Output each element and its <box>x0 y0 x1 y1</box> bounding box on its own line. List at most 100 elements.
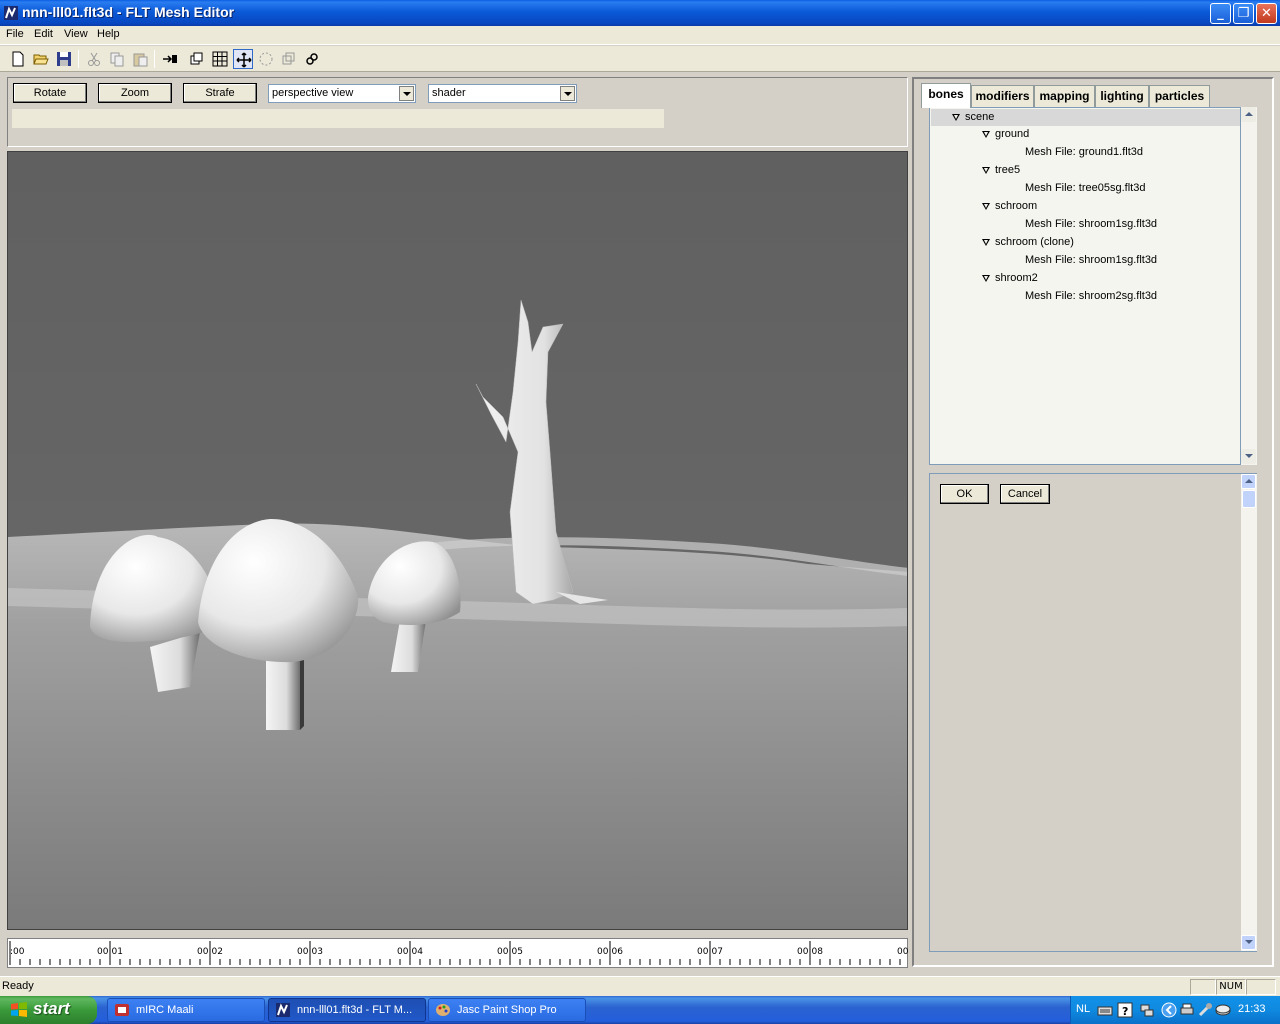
view-mode-select[interactable]: perspective view <box>268 84 416 103</box>
tree-item-mesh-file[interactable]: Mesh File: shroom1sg.flt3d <box>931 217 1240 234</box>
taskbar-item-label: mIRC Maali <box>136 1004 194 1016</box>
minimize-button[interactable]: _ <box>1210 3 1231 24</box>
tab-particles[interactable]: particles <box>1149 85 1210 107</box>
properties-panel: OK Cancel <box>929 473 1257 952</box>
frames-icon <box>190 52 203 65</box>
render-mode-select[interactable]: shader <box>428 84 577 103</box>
system-tray: NL ? 21:33 <box>1070 996 1280 1024</box>
copy-icon <box>110 52 124 67</box>
zoom-button[interactable]: Zoom <box>98 83 172 103</box>
tree-item-label: tree5 <box>995 164 1021 176</box>
menu-file[interactable]: File <box>6 28 24 40</box>
tree-item-mesh-file[interactable]: Mesh File: shroom1sg.flt3d <box>931 253 1240 270</box>
disk-icon[interactable] <box>1215 1002 1231 1018</box>
bones-tree[interactable]: scene ground Mesh File: ground1.flt3d tr… <box>929 107 1241 465</box>
toolbar <box>0 46 1280 72</box>
tree-item-mesh-file[interactable]: Mesh File: ground1.flt3d <box>931 145 1240 162</box>
copy-button[interactable] <box>107 49 127 69</box>
select-button[interactable] <box>256 49 276 69</box>
tree-item-tree5[interactable]: tree5 <box>931 163 1240 180</box>
timeline-label: 00:06 <box>597 947 623 957</box>
link-button[interactable] <box>302 49 322 69</box>
scroll-thumb[interactable] <box>1242 490 1256 508</box>
tab-bones[interactable]: bones <box>921 83 971 108</box>
properties-scrollbar[interactable] <box>1241 474 1257 951</box>
keyboard-icon[interactable] <box>1097 1002 1113 1018</box>
tree-item-mesh-file[interactable]: Mesh File: shroom2sg.flt3d <box>931 289 1240 306</box>
expand-triangle-icon[interactable] <box>952 114 960 121</box>
tree-item-mesh-file[interactable]: Mesh File: tree05sg.flt3d <box>931 181 1240 198</box>
cancel-button[interactable]: Cancel <box>1000 484 1050 504</box>
expand-triangle-icon[interactable] <box>982 275 990 282</box>
scroll-up-icon[interactable] <box>1241 107 1256 122</box>
save-icon <box>57 52 71 66</box>
windows-logo-icon <box>11 1002 27 1017</box>
close-button[interactable]: ✕ <box>1256 3 1277 24</box>
tree-item-schroom-clone[interactable]: schroom (clone) <box>931 235 1240 252</box>
timeline[interactable]: :00 00:01 00:02 00:03 00:04 00:05 00:06 … <box>7 938 908 968</box>
tree-item-shroom2[interactable]: shroom2 <box>931 271 1240 288</box>
expand-triangle-icon[interactable] <box>982 131 990 138</box>
network-icon[interactable] <box>1139 1002 1155 1018</box>
taskbar-item-paint-shop-pro[interactable]: Jasc Paint Shop Pro <box>428 998 586 1022</box>
close-icon: ✕ <box>1261 6 1272 21</box>
tab-modifiers[interactable]: modifiers <box>971 85 1034 107</box>
taskbar-item-flt-mesh-editor[interactable]: nnn-lll01.flt3d - FLT M... <box>268 998 426 1022</box>
printer-icon[interactable] <box>1179 1002 1195 1018</box>
help-icon[interactable]: ? <box>1117 1002 1133 1018</box>
menu-edit[interactable]: Edit <box>34 28 53 40</box>
frames-button[interactable] <box>187 49 207 69</box>
ok-button[interactable]: OK <box>940 484 989 504</box>
tree-item-label: Mesh File: ground1.flt3d <box>1025 146 1144 158</box>
start-button[interactable]: start <box>0 996 97 1024</box>
timeline-ticks <box>9 941 901 965</box>
move-button[interactable] <box>233 49 253 69</box>
tree-item-label: scene <box>965 111 995 123</box>
minimize-icon: _ <box>1217 6 1224 21</box>
scene-render <box>8 152 907 929</box>
clone-icon <box>282 52 295 65</box>
cut-icon <box>88 52 100 66</box>
expand-tray-icon[interactable] <box>1161 1002 1177 1018</box>
tree-item-ground[interactable]: ground <box>931 127 1240 144</box>
taskbar-item-label: nnn-lll01.flt3d - FLT M... <box>297 1004 413 1016</box>
clone-button[interactable] <box>279 49 299 69</box>
scroll-down-icon[interactable] <box>1241 935 1256 950</box>
insert-icon <box>163 55 177 63</box>
scroll-down-icon[interactable] <box>1241 449 1256 464</box>
maximize-button[interactable]: ❐ <box>1233 3 1254 24</box>
tools-icon[interactable] <box>1197 1002 1213 1018</box>
save-button[interactable] <box>54 49 74 69</box>
tree-item-schroom[interactable]: schroom <box>931 199 1240 216</box>
paste-icon <box>133 53 148 67</box>
menu-help[interactable]: Help <box>97 28 120 40</box>
open-button[interactable] <box>31 49 51 69</box>
render-mode-value: shader <box>432 87 466 99</box>
language-indicator[interactable]: NL <box>1076 1003 1090 1015</box>
scroll-up-icon[interactable] <box>1241 474 1256 489</box>
timeline-label: :00 <box>10 947 25 957</box>
paste-button[interactable] <box>130 49 150 69</box>
title-bar: nnn-lll01.flt3d - FLT Mesh Editor _ ❐ ✕ <box>0 0 1280 26</box>
tab-mapping[interactable]: mapping <box>1034 85 1095 107</box>
expand-triangle-icon[interactable] <box>982 239 990 246</box>
tree-item-scene[interactable]: scene <box>931 109 1240 126</box>
taskbar-item-mirc[interactable]: mIRC Maali <box>107 998 265 1022</box>
insert-button[interactable] <box>160 49 180 69</box>
grid-button[interactable] <box>210 49 230 69</box>
expand-triangle-icon[interactable] <box>982 203 990 210</box>
chevron-down-icon <box>399 86 414 101</box>
3d-viewport[interactable] <box>7 151 908 930</box>
strafe-button[interactable]: Strafe <box>183 83 257 103</box>
new-file-button[interactable] <box>8 49 28 69</box>
tab-lighting[interactable]: lighting <box>1095 85 1149 107</box>
grid-icon <box>212 51 228 67</box>
mirc-icon <box>115 1004 129 1016</box>
expand-triangle-icon[interactable] <box>982 167 990 174</box>
tree-scrollbar[interactable] <box>1241 107 1257 465</box>
cut-button[interactable] <box>84 49 104 69</box>
rotate-button[interactable]: Rotate <box>13 83 87 103</box>
menu-view[interactable]: View <box>64 28 88 40</box>
timeline-label: 00:03 <box>297 947 323 957</box>
clock: 21:33 <box>1238 1003 1266 1015</box>
